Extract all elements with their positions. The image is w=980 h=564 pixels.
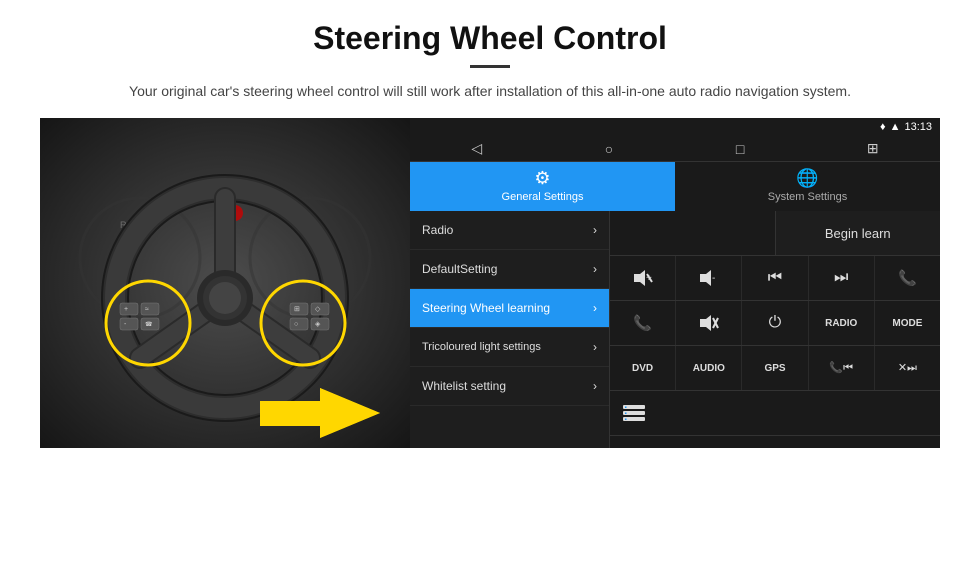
radio-button[interactable]: RADIO — [809, 301, 875, 345]
steering-wheel-image: RPM — [40, 118, 410, 448]
recents-nav-icon[interactable]: □ — [736, 141, 744, 157]
control-top-row: Begin learn — [610, 211, 940, 256]
power-button[interactable]: ⏻ — [742, 301, 808, 345]
general-settings-icon: ⚙ — [534, 168, 550, 189]
mute-button[interactable] — [676, 301, 742, 345]
location-icon: ♦ — [880, 121, 886, 133]
svg-text:+: + — [646, 273, 652, 284]
call-button[interactable]: 📞 — [875, 256, 940, 300]
svg-text:◇: ◇ — [315, 306, 321, 313]
prev-button[interactable]: ⏮ — [742, 256, 808, 300]
page-container: Steering Wheel Control Your original car… — [0, 0, 980, 458]
call-prev-button[interactable]: 📞⏮ — [809, 346, 875, 390]
control-row-1: + - ⏮ ⏭ 📞 — [610, 256, 940, 301]
svg-text:≈: ≈ — [145, 306, 149, 313]
vol-down-button[interactable]: - — [676, 256, 742, 300]
control-grid: Begin learn + - ⏮ ⏭ — [610, 211, 940, 448]
time-display: 13:13 — [904, 121, 932, 133]
menu-item-whitelist[interactable]: Whitelist setting › — [410, 367, 609, 406]
content-area: RPM — [40, 118, 940, 448]
page-title: Steering Wheel Control — [40, 20, 940, 57]
menu-list: Radio › DefaultSetting › Steering Wheel … — [410, 211, 610, 448]
answer-button[interactable]: 📞 — [610, 301, 676, 345]
audio-button[interactable]: AUDIO — [676, 346, 742, 390]
control-empty-box — [610, 211, 776, 255]
menu-item-steering[interactable]: Steering Wheel learning › — [410, 289, 609, 328]
menu-item-radio[interactable]: Radio › — [410, 211, 609, 250]
signal-icon: ▲ — [890, 121, 901, 133]
tab-system-label: System Settings — [768, 191, 847, 203]
svg-text:○: ○ — [294, 321, 298, 328]
status-bar: ♦ ▲ 13:13 — [410, 118, 940, 136]
chevron-icon: › — [593, 301, 597, 315]
home-nav-icon[interactable]: ○ — [605, 141, 613, 157]
subtitle-text: Your original car's steering wheel contr… — [100, 80, 880, 102]
android-panel: ♦ ▲ 13:13 ◁ ○ □ ⊞ ⚙ General Settings 🌐 S — [410, 118, 940, 448]
gps-button[interactable]: GPS — [742, 346, 808, 390]
mode-button[interactable]: MODE — [875, 301, 940, 345]
chevron-icon: › — [593, 340, 597, 354]
settings-content: Radio › DefaultSetting › Steering Wheel … — [410, 211, 940, 448]
list-button[interactable] — [610, 391, 940, 435]
menu-item-default[interactable]: DefaultSetting › — [410, 250, 609, 289]
tab-system-settings[interactable]: 🌐 System Settings — [675, 162, 940, 211]
control-row-4 — [610, 391, 940, 436]
menu-item-tricoloured[interactable]: Tricoloured light settings › — [410, 328, 609, 367]
skip-next-button[interactable]: ✕⏭ — [875, 346, 940, 390]
next-button[interactable]: ⏭ — [809, 256, 875, 300]
nav-bar: ◁ ○ □ ⊞ — [410, 136, 940, 162]
menu-nav-icon[interactable]: ⊞ — [867, 140, 879, 157]
tab-general-settings[interactable]: ⚙ General Settings — [410, 162, 675, 211]
title-divider — [470, 65, 510, 68]
svg-text:+: + — [124, 306, 128, 313]
system-settings-icon: 🌐 — [796, 168, 818, 189]
control-row-3: DVD AUDIO GPS 📞⏮ ✕⏭ — [610, 346, 940, 391]
dvd-button[interactable]: DVD — [610, 346, 676, 390]
svg-text:-: - — [712, 273, 715, 284]
chevron-icon: › — [593, 262, 597, 276]
control-row-2: 📞 ⏻ RADIO MODE — [610, 301, 940, 346]
vol-up-button[interactable]: + — [610, 256, 676, 300]
back-nav-icon[interactable]: ◁ — [471, 140, 482, 157]
chevron-icon: › — [593, 379, 597, 393]
chevron-icon: › — [593, 223, 597, 237]
svg-text:◈: ◈ — [315, 321, 321, 328]
tab-general-label: General Settings — [502, 191, 584, 203]
svg-text:⊞: ⊞ — [294, 306, 300, 313]
begin-learn-button[interactable]: Begin learn — [776, 211, 941, 255]
tab-bar: ⚙ General Settings 🌐 System Settings — [410, 162, 940, 211]
svg-text:☎: ☎ — [145, 321, 153, 328]
title-section: Steering Wheel Control Your original car… — [40, 20, 940, 102]
